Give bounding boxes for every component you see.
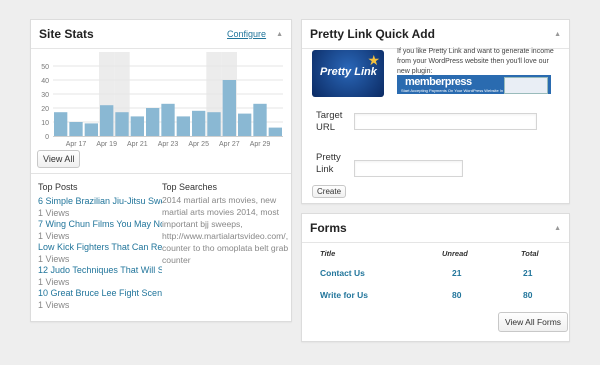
unread-count[interactable]: 80 — [452, 290, 461, 300]
site-stats-header: Site Stats Configure ▲ — [31, 20, 291, 49]
memberpress-logo: memberpress — [405, 76, 472, 88]
post-link[interactable]: 10 Great Bruce Lee Fight Scenes — [38, 288, 162, 298]
unread-count[interactable]: 21 — [452, 268, 461, 278]
chart-bar — [238, 113, 252, 136]
col-header-total: Total — [521, 249, 539, 258]
chart-bar — [161, 103, 175, 136]
chart-bar — [84, 123, 98, 136]
pretty-link-logo: Pretty Link ★ — [312, 50, 384, 97]
top-posts-title: Top Posts — [38, 182, 78, 192]
stats-lists: Top Posts 6 Simple Brazilian Jiu-Jitsu S… — [31, 173, 291, 322]
target-url-label: Target URL — [316, 110, 342, 134]
x-tick-label: Apr 23 — [158, 141, 179, 148]
forms-title: Forms — [310, 221, 347, 235]
col-header-title: Title — [320, 249, 336, 258]
post-views: 1 Views — [38, 300, 70, 310]
memberpress-screenshot — [504, 77, 548, 94]
create-button[interactable]: Create — [312, 185, 347, 198]
forms-header: Forms ▲ — [302, 214, 569, 243]
pretty-link-label-line2: Link — [316, 164, 334, 175]
pretty-link-input[interactable] — [354, 160, 463, 177]
form-link-contact-us[interactable]: Contact Us — [320, 268, 365, 278]
pretty-link-label: Pretty Link — [316, 152, 341, 176]
collapse-toggle-icon[interactable]: ▲ — [554, 225, 561, 232]
pretty-link-panel: Pretty Link Quick Add ▲ Pretty Link ★ If… — [301, 19, 570, 204]
x-tick-label: Apr 25 — [188, 141, 209, 148]
post-views: 1 Views — [38, 208, 70, 218]
y-tick-label: 40 — [41, 78, 49, 85]
x-tick-label: Apr 29 — [250, 141, 271, 148]
y-tick-label: 0 — [45, 134, 49, 141]
post-views: 1 Views — [38, 231, 70, 241]
pretty-link-header: Pretty Link Quick Add ▲ — [302, 20, 569, 49]
chart-bar — [69, 122, 83, 136]
pretty-link-promo: If you like Pretty Link and want to gene… — [397, 48, 554, 75]
chart-bar — [253, 103, 267, 136]
list-item: 6 Simple Brazilian Jiu-Jitsu Sweeps … 1 … — [38, 196, 162, 218]
post-link[interactable]: Low Kick Fighters That Can Really … — [38, 242, 162, 252]
chart-bar — [54, 112, 68, 136]
chart-bar — [146, 108, 160, 136]
x-tick-label: Apr 17 — [66, 141, 87, 148]
view-all-button[interactable]: View All — [37, 150, 81, 168]
target-url-label-line2: URL — [316, 122, 336, 133]
post-views: 1 Views — [38, 254, 70, 264]
chart-bar — [100, 105, 114, 136]
site-stats-panel: Site Stats Configure ▲ 0 10 20 30 40 50 Apr 17… — [30, 19, 292, 322]
target-url-label-line1: Target — [316, 110, 343, 121]
post-views: 1 Views — [38, 277, 70, 287]
chart-bar — [192, 110, 206, 136]
site-stats-title: Site Stats — [39, 27, 94, 41]
memberpress-tagline: Start Accepting Payments On Your WordPre… — [401, 88, 519, 93]
form-link-write-for-us[interactable]: Write for Us — [320, 290, 368, 300]
pretty-link-label-line1: Pretty — [316, 152, 341, 163]
y-tick-label: 20 — [41, 106, 49, 113]
top-searches-title: Top Searches — [162, 182, 218, 192]
chart-bar — [268, 127, 282, 136]
post-link[interactable]: 6 Simple Brazilian Jiu-Jitsu Sweeps … — [38, 196, 162, 206]
chart-bar — [130, 116, 144, 136]
chart-bar — [222, 80, 236, 136]
total-count[interactable]: 21 — [523, 268, 532, 278]
view-all-forms-button[interactable]: View All Forms — [498, 312, 569, 332]
forms-panel: Forms ▲ Title Unread Total Contact Us 21… — [301, 213, 570, 342]
list-item: 12 Judo Techniques That Will Swee… 1 Vie… — [38, 265, 162, 287]
chart-bar — [176, 116, 190, 136]
list-item: 10 Great Bruce Lee Fight Scenes 1 Views — [38, 288, 162, 310]
chart-bar — [115, 112, 129, 136]
list-item: Low Kick Fighters That Can Really … 1 Vi… — [38, 242, 162, 264]
x-tick-label: Apr 21 — [127, 141, 148, 148]
x-tick-label: Apr 27 — [219, 141, 240, 148]
target-url-input[interactable] — [354, 113, 537, 130]
collapse-toggle-icon[interactable]: ▲ — [554, 31, 561, 38]
col-header-unread: Unread — [442, 249, 468, 258]
y-tick-label: 50 — [41, 64, 49, 71]
y-tick-label: 10 — [41, 120, 49, 127]
collapse-toggle-icon[interactable]: ▲ — [276, 31, 283, 38]
post-link[interactable]: 7 Wing Chun Films You May Not … — [38, 219, 162, 229]
chart-bar — [207, 112, 221, 136]
list-item: 7 Wing Chun Films You May Not … 1 Views — [38, 219, 162, 241]
post-link[interactable]: 12 Judo Techniques That Will Swee… — [38, 265, 162, 275]
memberpress-banner[interactable]: memberpress Start Accepting Payments On … — [397, 75, 551, 94]
configure-link[interactable]: Configure — [227, 29, 266, 39]
y-tick-label: 30 — [41, 92, 49, 99]
star-icon: ★ — [367, 52, 380, 68]
total-count[interactable]: 80 — [523, 290, 532, 300]
top-searches-text: 2014 martial arts movies, new martial ar… — [162, 195, 289, 265]
x-tick-label: Apr 19 — [96, 141, 117, 148]
pretty-link-title: Pretty Link Quick Add — [310, 27, 435, 41]
